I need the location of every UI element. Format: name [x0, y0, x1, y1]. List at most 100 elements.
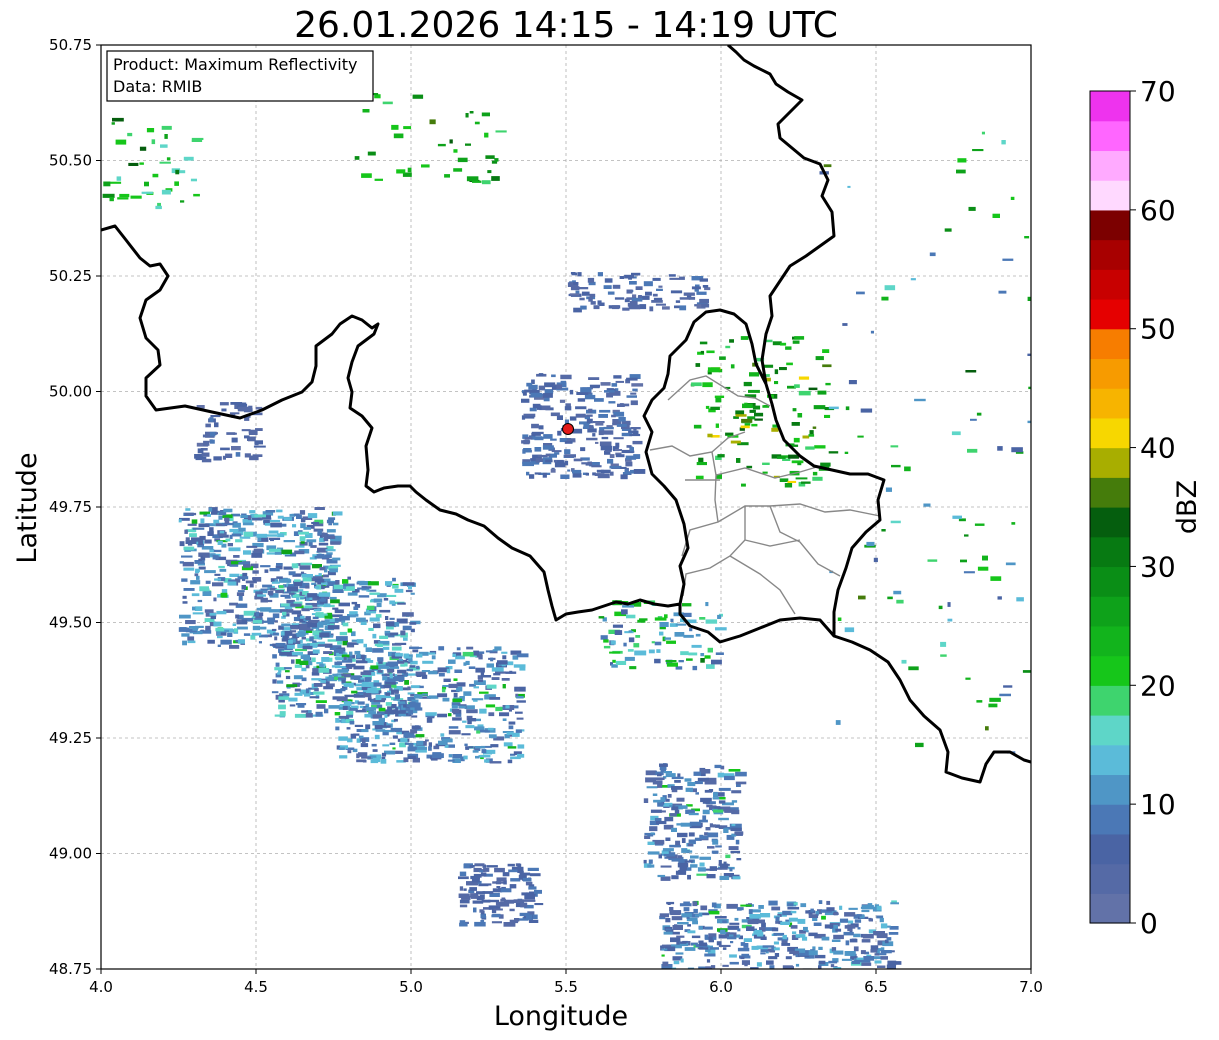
echo-pixel — [476, 891, 485, 895]
echo-pixel — [786, 362, 793, 366]
echo-pixel — [600, 635, 608, 640]
echo-pixel — [306, 539, 317, 543]
echo-pixel — [699, 942, 707, 946]
echo-pixel — [818, 900, 823, 904]
echo-pixel — [612, 624, 623, 628]
echo-pixel — [152, 173, 159, 178]
echo-pixel — [713, 809, 724, 813]
echo-pixel — [473, 907, 477, 913]
echo-pixel — [478, 755, 491, 758]
echo-pixel — [197, 448, 204, 454]
echo-pixel — [361, 173, 372, 178]
echo-pixel — [643, 798, 649, 803]
echo-pixel — [828, 406, 839, 410]
echo-pixel — [428, 670, 438, 675]
echo-pixel — [315, 711, 323, 717]
echo-pixel — [646, 786, 658, 789]
echo-pixel — [522, 877, 532, 882]
echo-pixel — [661, 948, 668, 951]
echo-pixel — [822, 364, 832, 368]
echo-pixel — [651, 641, 655, 644]
echo-pixel — [378, 707, 386, 712]
echo-pixel — [285, 609, 294, 613]
echo-pixel — [957, 158, 967, 163]
echo-pixel — [182, 640, 187, 646]
echo-pixel — [612, 284, 621, 289]
echo-pixel — [452, 754, 463, 759]
echo-pixel — [627, 649, 634, 652]
echo-pixel — [824, 414, 831, 418]
echo-pixel — [407, 167, 412, 173]
echo-pixel — [604, 278, 613, 283]
echo-pixel — [516, 653, 529, 658]
echo-pixel — [282, 691, 287, 694]
echo-pixel — [360, 671, 372, 675]
echo-pixel — [440, 733, 445, 737]
echo-pixel — [715, 845, 722, 848]
echo-pixel — [867, 903, 873, 907]
echo-pixel — [280, 594, 291, 597]
echo-pixel — [228, 547, 241, 552]
echo-pixel — [583, 423, 590, 429]
echo-pixel — [712, 797, 720, 800]
echo-pixel — [904, 466, 911, 472]
echo-pixel — [507, 863, 515, 867]
echo-pixel — [300, 541, 305, 544]
echo-pixel — [225, 538, 231, 542]
echo-pixel — [337, 669, 349, 673]
echo-pixel — [202, 591, 212, 596]
echo-pixel — [576, 392, 589, 395]
echo-pixel — [681, 838, 686, 843]
echo-pixel — [597, 300, 602, 305]
colorbar-segment — [1090, 328, 1130, 360]
echo-pixel — [194, 573, 199, 577]
echo-pixel — [696, 291, 707, 295]
echo-pixel — [309, 636, 314, 642]
colorbar-segment — [1090, 209, 1130, 241]
echo-pixel — [660, 797, 666, 802]
echo-pixel — [502, 718, 507, 721]
colorbar-tick-label: 60 — [1140, 194, 1176, 227]
echo-pixel — [308, 619, 320, 623]
echo-pixel — [274, 551, 282, 555]
echo-pixel — [687, 930, 696, 934]
echo-pixel — [784, 483, 793, 488]
echo-pixel — [970, 418, 977, 421]
echo-pixel — [181, 578, 188, 582]
echo-pixel — [110, 181, 122, 184]
echo-pixel — [714, 395, 725, 398]
echo-pixel — [677, 832, 688, 838]
colorbar-segment — [1090, 239, 1130, 270]
echo-pixel — [225, 453, 233, 458]
echo-pixel — [858, 595, 866, 600]
echo-pixel — [743, 381, 752, 387]
echo-pixel — [633, 469, 646, 474]
echo-pixel — [606, 425, 613, 428]
echo-pixel — [823, 164, 832, 168]
echo-pixel — [339, 755, 348, 759]
echo-pixel — [392, 643, 402, 646]
echo-pixel — [915, 742, 924, 748]
echo-pixel — [628, 637, 635, 643]
echo-pixel — [466, 709, 478, 714]
echo-pixel — [491, 914, 501, 918]
echo-pixel — [416, 740, 424, 746]
echo-pixel — [409, 701, 416, 706]
echo-pixel — [598, 616, 605, 619]
echo-pixel — [458, 893, 470, 898]
echo-pixel — [729, 339, 734, 343]
echo-pixel — [251, 552, 263, 558]
echo-pixel — [338, 715, 349, 719]
echo-pixel — [196, 575, 200, 580]
echo-pixel — [359, 705, 364, 709]
echo-pixel — [218, 515, 223, 520]
echo-pixel — [849, 938, 858, 943]
echo-pixel — [719, 875, 730, 880]
echo-pixel — [291, 659, 295, 664]
echo-pixel — [334, 712, 341, 716]
echo-pixel — [534, 472, 542, 475]
echo-pixel — [459, 871, 467, 877]
echo-pixel — [828, 960, 838, 964]
colorbar-segment — [1090, 863, 1130, 894]
echo-pixel — [725, 854, 731, 859]
